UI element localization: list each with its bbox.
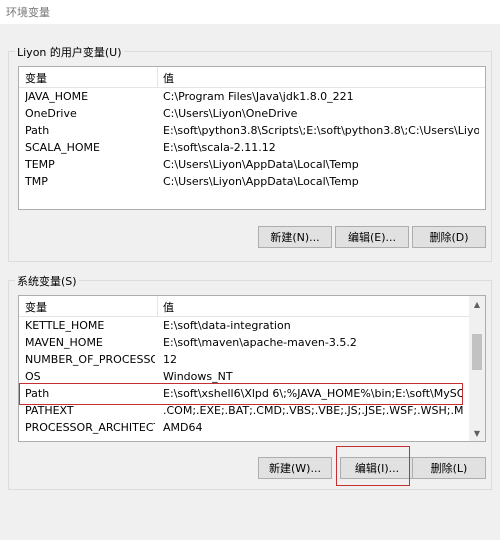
variable-name: MAVEN_HOME <box>25 336 103 349</box>
column-header-name[interactable]: 变量 <box>25 299 47 315</box>
variable-name: NUMBER_OF_PROCESSORS <box>25 353 155 366</box>
variable-name: PROCESSOR_ARCHITECT... <box>25 421 155 434</box>
user-delete-button[interactable]: 删除(D) <box>412 226 486 248</box>
table-row[interactable]: PATHEXT .COM;.EXE;.BAT;.CMD;.VBS;.VBE;.J… <box>19 402 469 419</box>
column-header-value[interactable]: 值 <box>163 299 174 315</box>
variable-name: Path <box>25 124 50 137</box>
variable-value: 12 <box>163 353 177 366</box>
table-row[interactable]: JAVA_HOME C:\Program Files\Java\jdk1.8.0… <box>19 88 485 105</box>
column-separator[interactable] <box>157 67 158 87</box>
variable-name: TEMP <box>25 158 55 171</box>
variable-name: KETTLE_HOME <box>25 319 105 332</box>
list-header: 变量 值 <box>19 67 485 88</box>
system-variables-label: 系统变量(S) <box>15 273 79 289</box>
system-variables-list[interactable]: 变量 值 KETTLE_HOME E:\soft\data-integratio… <box>18 295 486 442</box>
scroll-down-icon[interactable]: ▼ <box>469 425 485 441</box>
table-row-path[interactable]: Path E:\soft\xshell6\Xlpd 6\;%JAVA_HOME%… <box>19 385 469 402</box>
title-bar: 环境变量 <box>0 0 500 24</box>
system-edit-button[interactable]: 编辑(I)... <box>340 457 414 479</box>
user-new-button[interactable]: 新建(N)... <box>258 226 332 248</box>
table-row[interactable]: PROCESSOR_ARCHITECT... AMD64 <box>19 419 469 436</box>
system-delete-button[interactable]: 删除(L) <box>412 457 486 479</box>
variable-value: E:\soft\scala-2.11.12 <box>163 141 276 154</box>
variable-value: E:\soft\maven\apache-maven-3.5.2 <box>163 336 357 349</box>
variable-name: SCALA_HOME <box>25 141 100 154</box>
vertical-scrollbar[interactable]: ▲ ▼ <box>469 296 485 441</box>
table-row[interactable]: Path E:\soft\python3.8\Scripts\;E:\soft\… <box>19 122 485 139</box>
variable-name: Path <box>25 387 50 400</box>
variable-value: C:\Users\Liyon\AppData\Local\Temp <box>163 175 359 188</box>
variable-value: Windows_NT <box>163 370 233 383</box>
variable-value: E:\soft\python3.8\Scripts\;E:\soft\pytho… <box>163 124 479 137</box>
window-title: 环境变量 <box>6 6 50 19</box>
system-new-button[interactable]: 新建(W)... <box>258 457 332 479</box>
column-header-name[interactable]: 变量 <box>25 70 47 86</box>
scroll-up-icon[interactable]: ▲ <box>469 296 485 312</box>
variable-value: E:\soft\xshell6\Xlpd 6\;%JAVA_HOME%\bin;… <box>163 387 463 400</box>
list-header: 变量 值 <box>19 296 469 317</box>
table-row[interactable]: TMP C:\Users\Liyon\AppData\Local\Temp <box>19 173 485 190</box>
variable-name: JAVA_HOME <box>25 90 89 103</box>
user-variables-list[interactable]: 变量 值 JAVA_HOME C:\Program Files\Java\jdk… <box>18 66 486 210</box>
variable-value: .COM;.EXE;.BAT;.CMD;.VBS;.VBE;.JS;.JSE;.… <box>163 404 463 417</box>
table-row[interactable]: SCALA_HOME E:\soft\scala-2.11.12 <box>19 139 485 156</box>
variable-value: E:\soft\data-integration <box>163 319 291 332</box>
user-variables-label: Liyon 的用户变量(U) <box>15 44 124 60</box>
variable-value: C:\Users\Liyon\OneDrive <box>163 107 298 120</box>
table-row[interactable]: NUMBER_OF_PROCESSORS 12 <box>19 351 469 368</box>
variable-name: PATHEXT <box>25 404 74 417</box>
table-row[interactable]: KETTLE_HOME E:\soft\data-integration <box>19 317 469 334</box>
table-row[interactable]: OS Windows_NT <box>19 368 469 385</box>
user-edit-button[interactable]: 编辑(E)... <box>335 226 409 248</box>
variable-value: AMD64 <box>163 421 203 434</box>
table-row[interactable]: TEMP C:\Users\Liyon\AppData\Local\Temp <box>19 156 485 173</box>
scroll-thumb[interactable] <box>472 334 482 370</box>
column-separator[interactable] <box>157 296 158 316</box>
variable-value: C:\Program Files\Java\jdk1.8.0_221 <box>163 90 354 103</box>
variable-name: TMP <box>25 175 48 188</box>
table-row[interactable]: OneDrive C:\Users\Liyon\OneDrive <box>19 105 485 122</box>
variable-value: C:\Users\Liyon\AppData\Local\Temp <box>163 158 359 171</box>
variable-name: OS <box>25 370 41 383</box>
table-row[interactable]: MAVEN_HOME E:\soft\maven\apache-maven-3.… <box>19 334 469 351</box>
variable-name: OneDrive <box>25 107 77 120</box>
column-header-value[interactable]: 值 <box>163 70 174 86</box>
